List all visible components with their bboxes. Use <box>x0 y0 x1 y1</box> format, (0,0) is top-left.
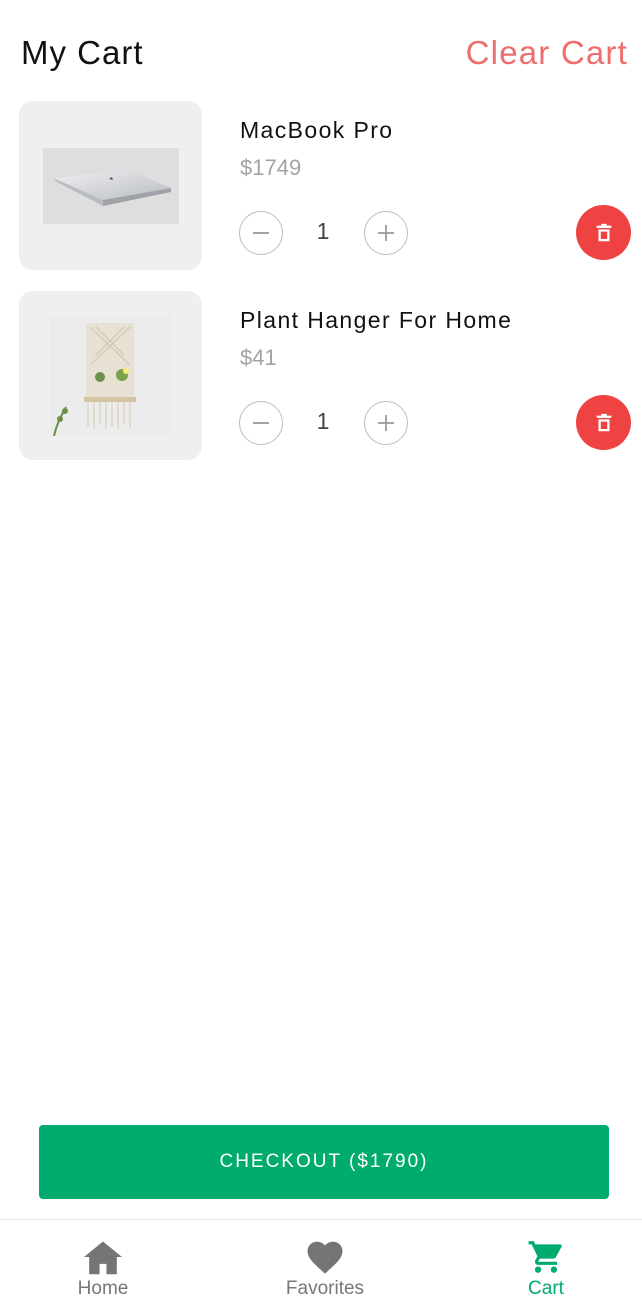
item-price: $41 <box>240 345 277 370</box>
nav-label: Home <box>77 1278 129 1299</box>
nav-label: Cart <box>528 1278 564 1299</box>
trash-icon <box>596 413 611 431</box>
clear-cart-button[interactable]: Clear Cart <box>466 34 628 72</box>
increase-quantity-button[interactable] <box>364 211 408 255</box>
nav-item-favorites[interactable]: Favorites <box>265 1238 385 1308</box>
increase-quantity-button[interactable] <box>364 401 408 445</box>
cart-screen: My Cart Clear Cart MacBook Pro $1749 1 P… <box>0 0 642 1310</box>
plus-icon <box>378 225 394 241</box>
bottom-navigation: Home Favorites Cart <box>0 1219 642 1310</box>
macrame-plant-hanger-image <box>19 291 202 460</box>
decrease-quantity-button[interactable] <box>239 211 283 255</box>
nav-item-home[interactable]: Home <box>43 1238 163 1308</box>
delete-item-button[interactable] <box>576 205 631 260</box>
cart-icon <box>528 1241 562 1273</box>
home-icon <box>84 1241 122 1275</box>
item-name: Plant Hanger For Home <box>240 307 513 333</box>
cart-item: MacBook Pro $1749 1 <box>19 101 631 271</box>
minus-icon <box>253 422 269 424</box>
delete-item-button[interactable] <box>576 395 631 450</box>
page-title: My Cart <box>21 34 144 71</box>
cart-item: Plant Hanger For Home $41 1 <box>19 291 631 461</box>
trash-icon <box>596 223 611 241</box>
minus-icon <box>253 232 269 234</box>
heart-icon <box>307 1241 343 1274</box>
quantity-value: 1 <box>316 408 330 434</box>
nav-item-cart[interactable]: Cart <box>486 1238 606 1308</box>
checkout-button[interactable]: CHECKOUT ($1790) <box>39 1125 609 1199</box>
quantity-value: 1 <box>316 218 330 244</box>
decrease-quantity-button[interactable] <box>239 401 283 445</box>
plus-icon <box>378 415 394 431</box>
item-price: $1749 <box>240 155 302 180</box>
nav-label: Favorites <box>285 1278 365 1299</box>
item-name: MacBook Pro <box>240 117 394 143</box>
laptop-image <box>19 101 202 270</box>
